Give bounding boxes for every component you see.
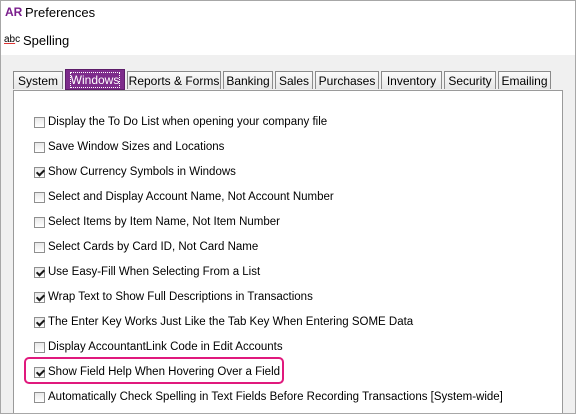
option-label: The Enter Key Works Just Like the Tab Ke… xyxy=(48,316,414,328)
option-label: Wrap Text to Show Full Descriptions in T… xyxy=(48,291,313,303)
checkbox[interactable] xyxy=(34,166,45,178)
preferences-window: AR Preferences abc Spelling System Windo… xyxy=(0,0,576,414)
window-title: Preferences xyxy=(25,5,96,20)
option-easy-fill[interactable]: Use Easy-Fill When Selecting From a List xyxy=(34,264,260,280)
app-logo-icon: AR xyxy=(5,5,23,19)
option-wrap-text[interactable]: Wrap Text to Show Full Descriptions in T… xyxy=(34,289,313,305)
tab-reports-forms[interactable]: Reports & Forms xyxy=(127,71,221,89)
tab-security[interactable]: Security xyxy=(444,71,496,89)
checkbox[interactable] xyxy=(34,216,45,228)
option-label: Automatically Check Spelling in Text Fie… xyxy=(48,391,503,403)
checkbox[interactable] xyxy=(34,316,45,328)
option-account-name[interactable]: Select and Display Account Name, Not Acc… xyxy=(34,189,334,205)
checkbox[interactable] xyxy=(34,266,45,278)
option-accountantlink[interactable]: Display AccountantLink Code in Edit Acco… xyxy=(34,339,283,355)
spelling-button[interactable]: Spelling xyxy=(23,33,69,48)
option-item-name[interactable]: Select Items by Item Name, Not Item Numb… xyxy=(34,214,280,230)
option-label: Display AccountantLink Code in Edit Acco… xyxy=(48,341,283,353)
option-label: Show Field Help When Hovering Over a Fie… xyxy=(48,366,281,378)
tab-system[interactable]: System xyxy=(13,71,63,89)
option-label: Select Items by Item Name, Not Item Numb… xyxy=(48,216,280,228)
option-label: Select and Display Account Name, Not Acc… xyxy=(48,191,334,203)
option-label: Display the To Do List when opening your… xyxy=(48,116,328,128)
abc-spellcheck-icon[interactable]: abc xyxy=(4,34,20,45)
option-label: Save Window Sizes and Locations xyxy=(48,141,225,153)
windows-options-panel: Display the To Do List when opening your… xyxy=(13,90,563,413)
option-currency-symbols[interactable]: Show Currency Symbols in Windows xyxy=(34,164,236,180)
option-label: Show Currency Symbols in Windows xyxy=(48,166,236,178)
tab-purchases[interactable]: Purchases xyxy=(315,71,379,89)
option-save-window-sizes[interactable]: Save Window Sizes and Locations xyxy=(34,139,224,155)
option-todo-list[interactable]: Display the To Do List when opening your… xyxy=(34,114,327,130)
option-enter-key[interactable]: The Enter Key Works Just Like the Tab Ke… xyxy=(34,314,413,330)
checkbox[interactable] xyxy=(34,366,45,378)
option-label: Use Easy-Fill When Selecting From a List xyxy=(48,266,261,278)
tab-emailing[interactable]: Emailing xyxy=(498,71,551,89)
tab-sales[interactable]: Sales xyxy=(275,71,313,89)
option-auto-spellcheck[interactable]: Automatically Check Spelling in Text Fie… xyxy=(34,389,503,405)
title-bar: AR Preferences xyxy=(1,1,575,25)
tab-banking[interactable]: Banking xyxy=(223,71,273,89)
checkbox[interactable] xyxy=(34,116,45,128)
checkbox[interactable] xyxy=(34,291,45,303)
option-card-id[interactable]: Select Cards by Card ID, Not Card Name xyxy=(34,239,258,255)
toolbar: abc Spelling xyxy=(1,25,575,55)
checkbox[interactable] xyxy=(34,141,45,153)
checkbox[interactable] xyxy=(34,191,45,203)
tab-inventory[interactable]: Inventory xyxy=(381,71,442,89)
checkbox[interactable] xyxy=(34,241,45,253)
checkbox[interactable] xyxy=(34,341,45,353)
option-field-help[interactable]: Show Field Help When Hovering Over a Fie… xyxy=(34,364,280,380)
tab-windows[interactable]: Windows xyxy=(65,69,125,90)
checkbox[interactable] xyxy=(34,391,45,403)
option-label: Select Cards by Card ID, Not Card Name xyxy=(48,241,259,253)
